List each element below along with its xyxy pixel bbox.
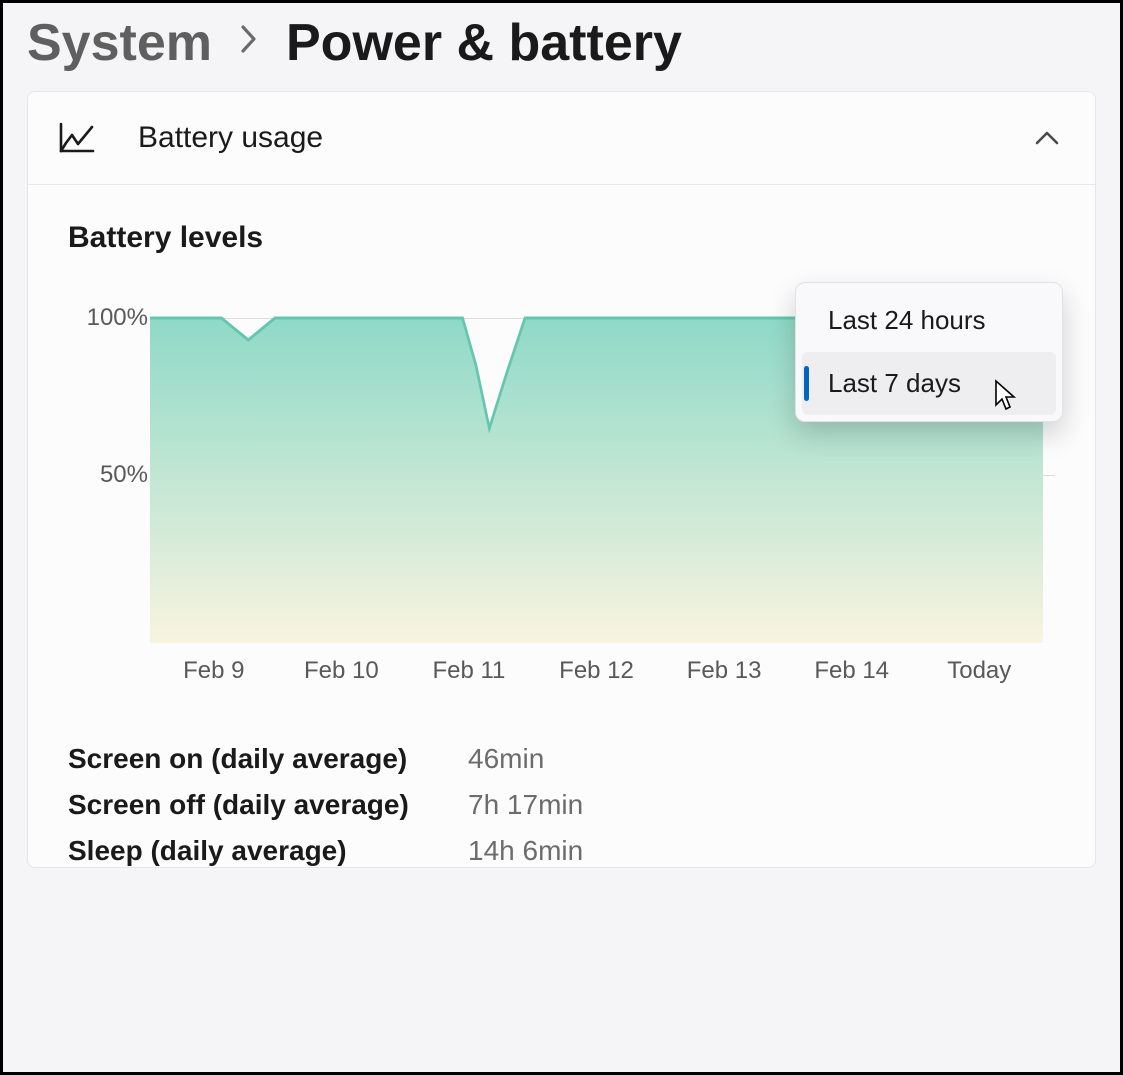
chevron-right-icon bbox=[240, 24, 258, 63]
stat-label: Screen on (daily average) bbox=[68, 743, 468, 775]
stat-value: 14h 6min bbox=[468, 835, 1055, 867]
x-tick: Feb 14 bbox=[788, 657, 916, 703]
section-title: Battery levels bbox=[28, 185, 1095, 255]
breadcrumb-parent[interactable]: System bbox=[27, 13, 212, 73]
usage-stats: Screen on (daily average)46minScreen off… bbox=[68, 743, 1055, 867]
battery-usage-card: Battery usage Battery levels Last 24 hou… bbox=[27, 91, 1096, 868]
y-tick-100: 100% bbox=[68, 304, 148, 332]
card-header[interactable]: Battery usage bbox=[28, 92, 1095, 185]
chevron-up-icon[interactable] bbox=[1031, 122, 1063, 154]
breadcrumb: System Power & battery bbox=[3, 3, 1120, 91]
x-tick: Feb 13 bbox=[660, 657, 788, 703]
card-title: Battery usage bbox=[138, 121, 323, 155]
y-tick-50: 50% bbox=[68, 461, 148, 489]
dropdown-option-last-24-hours[interactable]: Last 24 hours bbox=[802, 289, 1056, 352]
stat-label: Sleep (daily average) bbox=[68, 835, 468, 867]
x-tick: Feb 9 bbox=[150, 657, 278, 703]
cursor-icon bbox=[994, 379, 1018, 411]
x-tick: Feb 12 bbox=[533, 657, 661, 703]
stat-label: Screen off (daily average) bbox=[68, 789, 468, 821]
time-range-dropdown: Last 24 hours Last 7 days bbox=[795, 282, 1063, 422]
x-tick: Feb 11 bbox=[405, 657, 533, 703]
stat-value: 46min bbox=[468, 743, 1055, 775]
line-chart-icon bbox=[56, 118, 96, 158]
stat-value: 7h 17min bbox=[468, 789, 1055, 821]
page-title: Power & battery bbox=[286, 13, 682, 73]
x-axis-labels: Feb 9Feb 10Feb 11Feb 12Feb 13Feb 14Today bbox=[150, 657, 1043, 703]
x-tick: Feb 10 bbox=[278, 657, 406, 703]
x-tick: Today bbox=[915, 657, 1043, 703]
